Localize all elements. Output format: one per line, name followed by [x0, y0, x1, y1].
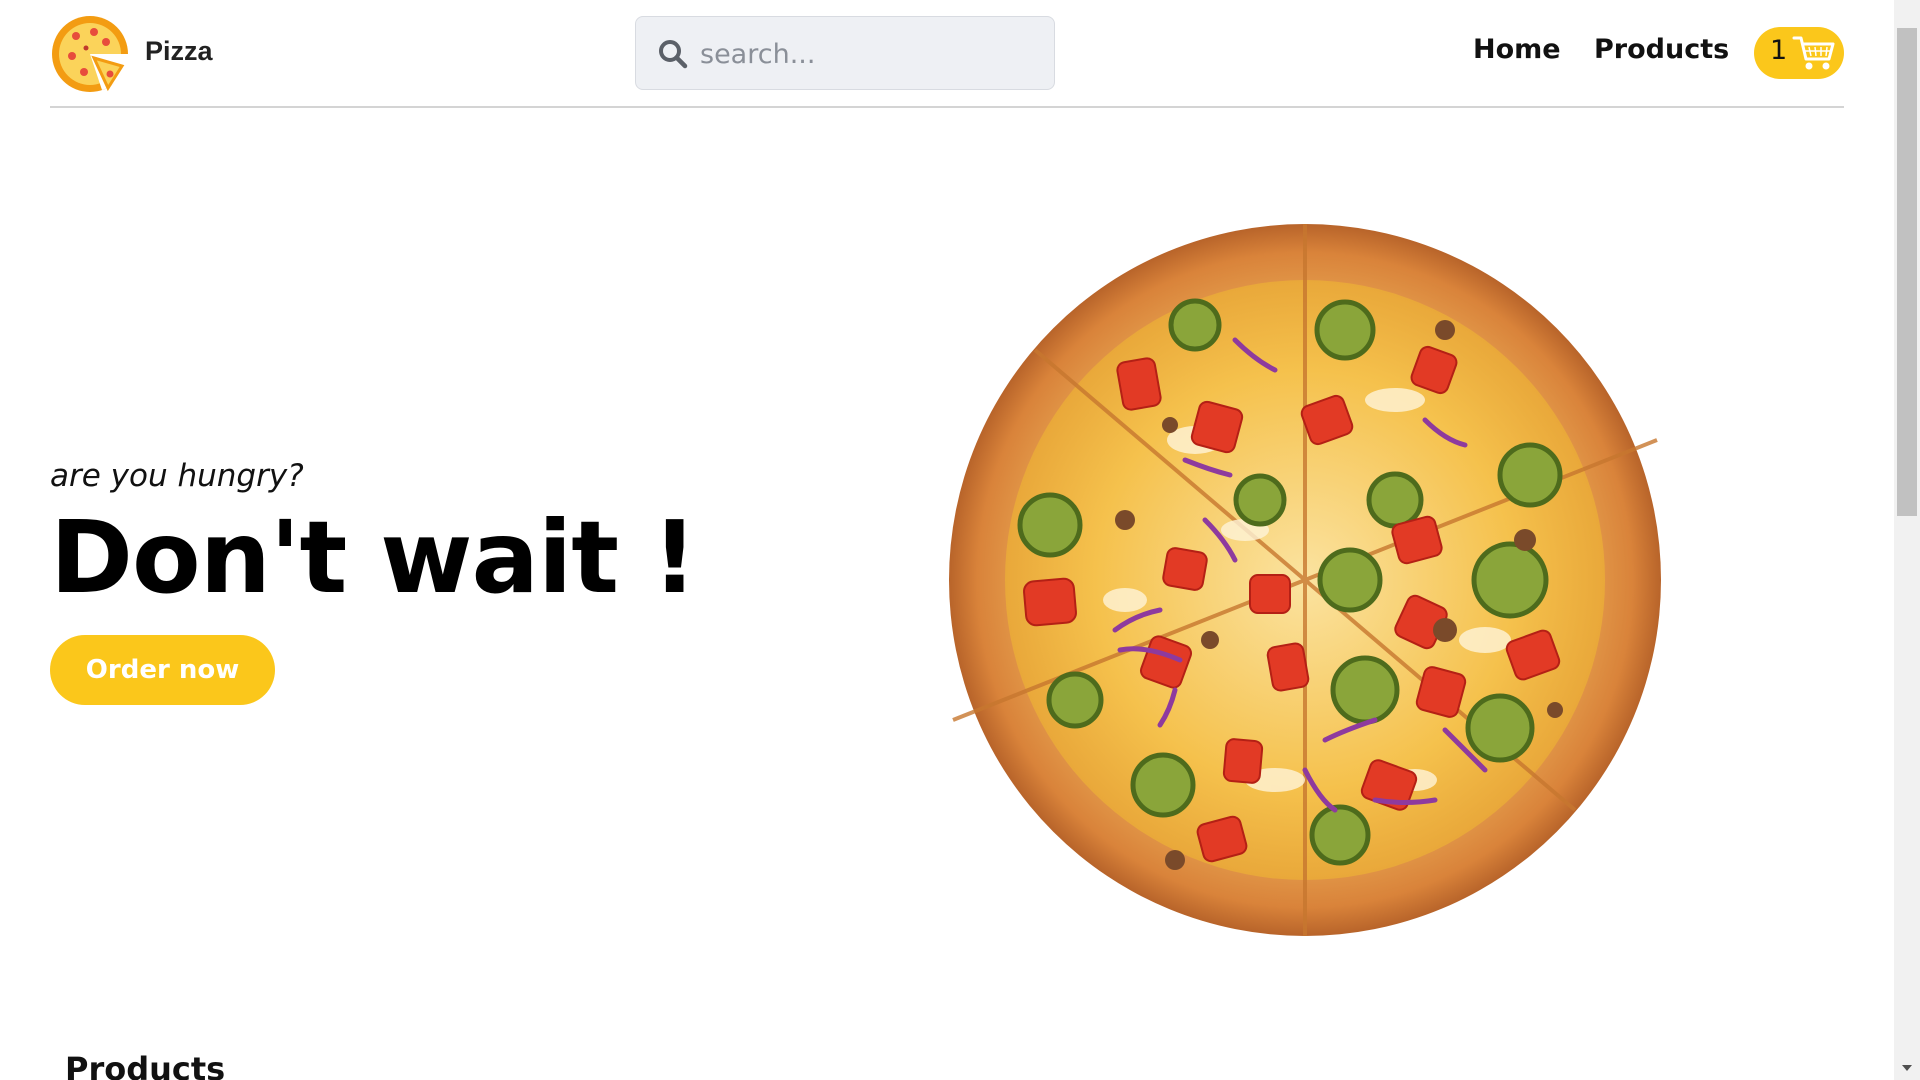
pizza-logo-icon[interactable] — [50, 14, 130, 94]
scroll-down-arrow-icon[interactable] — [1894, 1056, 1920, 1080]
nav-home-link[interactable]: Home — [1473, 34, 1561, 65]
nav-products-link[interactable]: Products — [1594, 34, 1729, 65]
search-icon — [659, 40, 688, 69]
order-now-button[interactable]: Order now — [50, 635, 275, 705]
search-input[interactable] — [700, 31, 1040, 77]
cart-count-badge: 1 — [1770, 35, 1788, 66]
shopping-cart-icon — [1792, 36, 1835, 70]
header: Pizza Home Products 1 — [50, 0, 1844, 108]
page: Pizza Home Products 1 are you — [0, 0, 1920, 1080]
vertical-scrollbar[interactable] — [1894, 0, 1920, 1080]
cart-button[interactable]: 1 — [1754, 27, 1844, 79]
hero-tagline: are you hungry? — [50, 458, 304, 494]
search-box[interactable] — [635, 16, 1055, 90]
hero-headline: Don't wait ! — [50, 499, 697, 616]
pizza-image — [945, 220, 1665, 940]
products-section-title: Products — [65, 1050, 226, 1080]
scrollbar-thumb[interactable] — [1897, 28, 1917, 516]
brand-name[interactable]: Pizza — [145, 36, 213, 67]
